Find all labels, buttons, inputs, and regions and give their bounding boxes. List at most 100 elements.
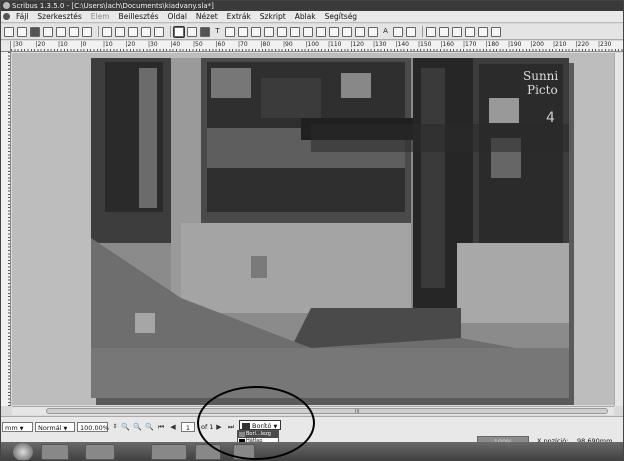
ruler-tick-label: |60 — [215, 41, 226, 48]
vertical-scrollbar[interactable] — [614, 53, 623, 406]
pdf-listbox-icon[interactable] — [478, 26, 488, 37]
layer-option[interactable]: Borí...lezg — [238, 431, 278, 438]
pdf-textfield-icon[interactable] — [439, 26, 449, 37]
document-canvas[interactable]: Sunni Picto 4 — [12, 53, 614, 405]
taskbar-app[interactable] — [85, 444, 115, 460]
copy-icon[interactable] — [141, 26, 151, 37]
ruler-tick-label: |160 — [440, 41, 454, 48]
zoom-stepper-icon[interactable]: ⇕ — [111, 423, 119, 431]
status-bar: mm ▼ Normál ▼ 100.00% ⇕ 🔍 🔍 🔍 ⏮ ◀ 1 of 1 ▶… — [1, 416, 623, 447]
menu-page[interactable]: Oldal — [167, 12, 186, 21]
menu-window[interactable]: Ablak — [295, 12, 316, 21]
edit-text-icon[interactable] — [342, 26, 352, 37]
ruler-tick-label: |50 — [193, 41, 203, 48]
shopfront-photo[interactable]: Sunni Picto 4 — [91, 58, 569, 398]
render-frame-icon[interactable]: T — [213, 27, 222, 37]
menu-insert[interactable]: Beillesztés — [119, 12, 159, 21]
start-button-icon[interactable] — [13, 443, 33, 460]
ruler-corner[interactable] — [1, 41, 11, 52]
menu-help[interactable]: Segítség — [325, 12, 357, 21]
select-tool-icon[interactable] — [173, 25, 185, 38]
vertical-ruler[interactable] — [1, 52, 11, 406]
ruler-tick-label: |0 — [80, 41, 87, 48]
unit-select[interactable]: mm ▼ — [2, 422, 33, 432]
ruler-tick-label: |140 — [395, 41, 409, 48]
scribus-window: Scribus 1.3.5.0 - [C:\Users\lach\Documen… — [0, 0, 624, 461]
taskbar-app[interactable] — [233, 444, 255, 460]
text-frame-icon[interactable] — [187, 26, 197, 37]
pdf-combobox-icon[interactable] — [465, 26, 475, 37]
copy-properties-icon[interactable] — [393, 26, 403, 37]
app-menu-icon[interactable] — [3, 13, 10, 20]
horizontal-scrollbar[interactable]: III — [12, 406, 614, 415]
unlink-frames-icon[interactable] — [368, 26, 378, 37]
title-bar: Scribus 1.3.5.0 - [C:\Users\lach\Documen… — [1, 1, 623, 11]
zoom-value: 100.00% — [80, 424, 109, 432]
window-title: Scribus 1.3.5.0 - [C:\Users\lach\Documen… — [12, 2, 214, 10]
print-icon[interactable] — [56, 26, 66, 37]
save-icon[interactable] — [30, 26, 40, 37]
zoom-input[interactable]: 100.00% — [77, 422, 109, 432]
taskbar-app[interactable] — [195, 444, 221, 460]
previous-page-icon[interactable]: ◀ — [169, 423, 177, 431]
cut-icon[interactable] — [128, 26, 138, 37]
preflight-icon[interactable] — [69, 26, 79, 37]
zoom-in-icon[interactable]: 🔍 — [145, 423, 154, 431]
pdf-link-icon[interactable] — [491, 26, 501, 37]
measure-icon[interactable]: A — [381, 27, 390, 37]
redo-icon[interactable] — [115, 26, 125, 37]
last-page-icon[interactable]: ⏭ — [227, 423, 235, 431]
chevron-down-icon: ▼ — [19, 426, 24, 432]
zoom-out-icon[interactable]: 🔍 — [121, 423, 130, 431]
view-mode-select[interactable]: Normál ▼ — [35, 422, 75, 432]
ruler-tick-label: |120 — [350, 41, 364, 48]
toolbar-separator — [170, 26, 171, 37]
horizontal-ruler[interactable]: |30 |20 |10 |0 |10 |20 |30 |40 |50 |60 |70 |80 |90 |1… — [11, 41, 623, 52]
layer-color-swatch — [239, 432, 245, 437]
page-number-input[interactable]: 1 — [181, 422, 195, 432]
layer-select[interactable]: Borító ▼ — [239, 420, 281, 430]
taskbar-app[interactable] — [41, 444, 69, 460]
shape-icon[interactable] — [238, 26, 248, 37]
open-document-icon[interactable] — [17, 26, 27, 37]
new-document-icon[interactable] — [4, 26, 14, 37]
zoom-icon[interactable] — [316, 26, 326, 37]
scrollbar-thumb[interactable]: III — [46, 408, 608, 415]
menu-edit[interactable]: Szerkesztés — [37, 12, 81, 21]
edit-contents-icon[interactable] — [329, 26, 339, 37]
pdf-checkbox-icon[interactable] — [452, 26, 462, 37]
paste-icon[interactable] — [154, 26, 164, 37]
export-pdf-icon[interactable] — [82, 26, 92, 37]
close-document-icon[interactable] — [43, 26, 53, 37]
polygon-icon[interactable] — [251, 26, 261, 37]
line-icon[interactable] — [264, 26, 274, 37]
menu-view[interactable]: Nézet — [196, 12, 218, 21]
link-frames-icon[interactable] — [355, 26, 365, 37]
freehand-icon[interactable] — [290, 26, 300, 37]
eyedropper-icon[interactable] — [406, 26, 416, 37]
layer-color-swatch — [242, 423, 250, 429]
ruler-tick-label: |30 — [148, 41, 158, 48]
ruler-tick-label: |100 — [305, 41, 319, 48]
layer-value: Borító — [252, 422, 272, 430]
ruler-tick-label: |180 — [485, 41, 499, 48]
document-page[interactable]: Sunni Picto 4 — [91, 58, 569, 398]
menu-script[interactable]: Szkript — [260, 12, 286, 21]
taskbar-app[interactable] — [151, 444, 187, 460]
menu-item[interactable]: Elem — [91, 12, 110, 21]
rotate-icon[interactable] — [303, 26, 313, 37]
bezier-icon[interactable] — [277, 26, 287, 37]
next-page-icon[interactable]: ▶ — [215, 423, 223, 431]
pdf-button-icon[interactable] — [426, 26, 436, 37]
table-icon[interactable] — [225, 26, 235, 37]
toolbar-separator — [98, 26, 99, 37]
zoom-reset-icon[interactable]: 🔍 — [133, 423, 142, 431]
image-frame-icon[interactable] — [200, 26, 210, 37]
menu-file[interactable]: Fájl — [16, 12, 28, 21]
undo-icon[interactable] — [102, 26, 112, 37]
ruler-tick-label: |200 — [530, 41, 544, 48]
first-page-icon[interactable]: ⏮ — [157, 423, 165, 431]
ruler-tick-label: |20 — [125, 41, 136, 48]
menu-extras[interactable]: Extrák — [227, 12, 251, 21]
photo-sign-text: Sunni — [523, 69, 558, 83]
